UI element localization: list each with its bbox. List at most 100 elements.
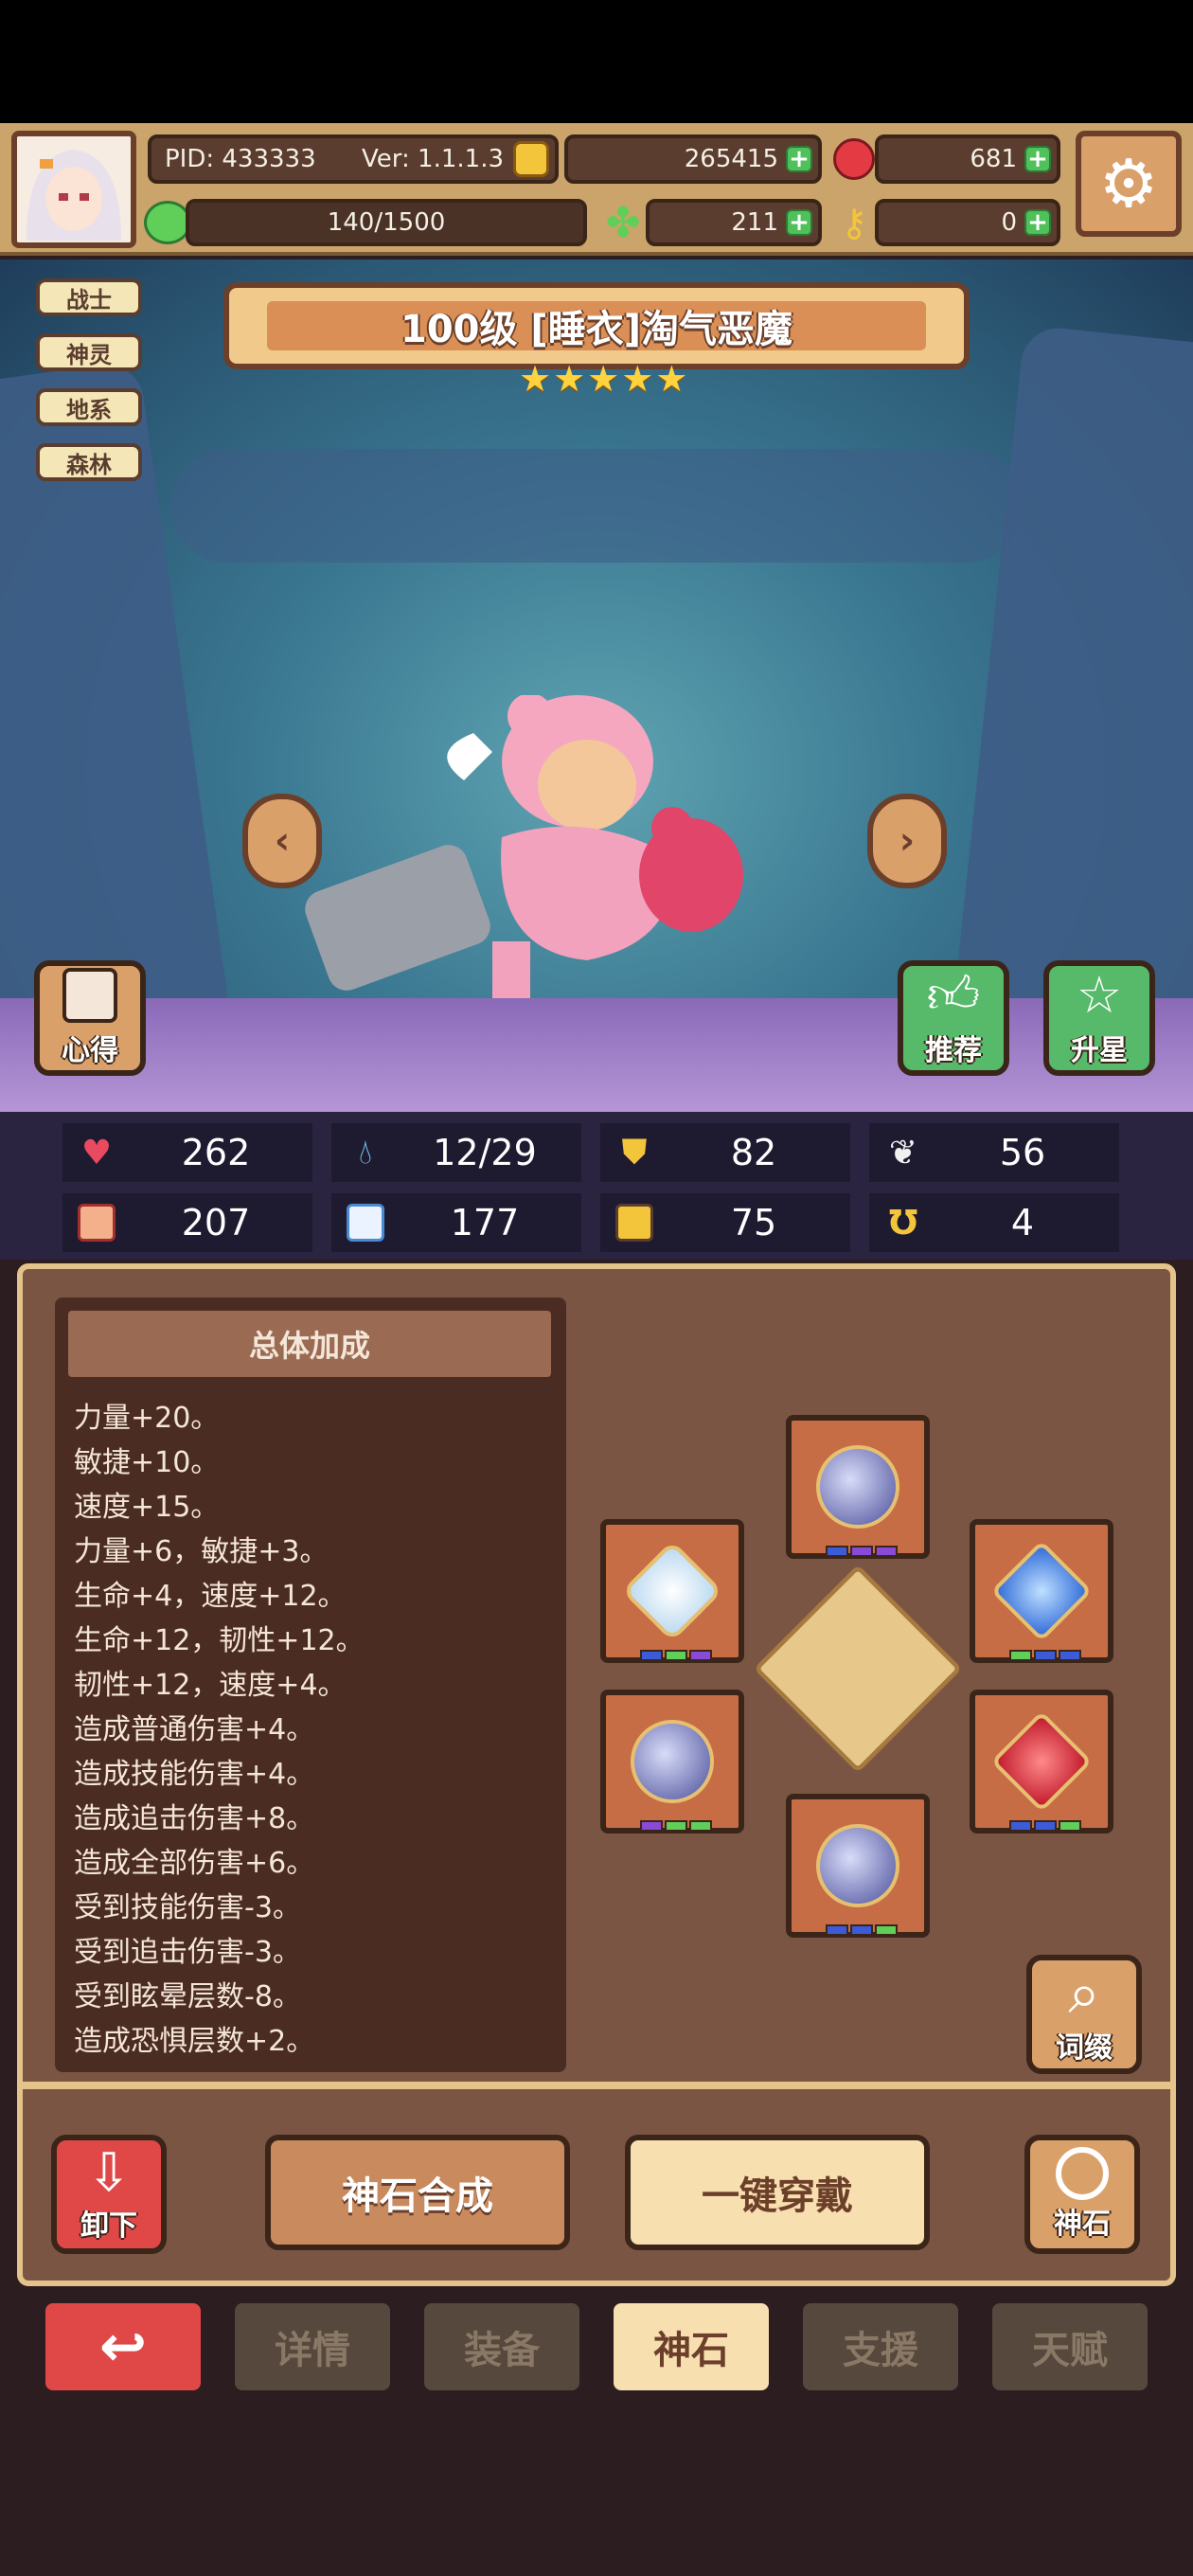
bonus-line: 造成全部伤害+6。 <box>74 1847 315 1880</box>
godstone-button[interactable]: 神石 <box>1024 2135 1140 2254</box>
godstone-slot-lower-right[interactable] <box>970 1690 1113 1834</box>
shield-icon: ⛊ <box>621 1133 648 1172</box>
tab-details[interactable]: 详情 <box>229 2298 396 2396</box>
flower-ground <box>0 998 1193 1112</box>
stat-luck: Ʊ 4 <box>869 1193 1119 1252</box>
bonus-line: 造成技能伤害+4。 <box>74 1758 315 1791</box>
add-gem-button[interactable]: + <box>1024 145 1051 173</box>
synthesize-button[interactable]: 神石合成 <box>265 2135 570 2250</box>
gem-value: 681 <box>970 145 1017 173</box>
gem-orb-icon <box>816 1824 899 1907</box>
horseshoe-icon: Ʊ <box>888 1203 918 1243</box>
gem-diamond-icon <box>621 1540 723 1642</box>
hero-star-rating: ★ ★ ★ ★ ★ <box>519 360 687 398</box>
tab-godstone[interactable]: 神石 <box>608 2298 775 2396</box>
stat-value: 262 <box>181 1132 251 1173</box>
hero-stats-panel: ♥ 262 💧︎ 12/29 ⛊ 82 ❦ 56 207 177 75 Ʊ 4 <box>0 1112 1193 1260</box>
equip-all-button[interactable]: 一键穿戴 <box>625 2135 930 2250</box>
hero-title: 100级 [睡衣]淘气恶魔 <box>401 308 792 351</box>
bonus-line: 造成恐惧层数+2。 <box>74 2025 315 2058</box>
stat-value: 177 <box>450 1202 520 1243</box>
recommend-button[interactable]: 👍︎ 推荐 <box>898 960 1009 1076</box>
stat-value: 207 <box>181 1202 251 1243</box>
gem-ruby-icon <box>990 1710 1093 1813</box>
key-value: 0 <box>1001 208 1017 237</box>
add-clover-button[interactable]: + <box>786 208 812 237</box>
gem-orb-icon <box>631 1720 714 1803</box>
stat-defense: ⛊ 82 <box>600 1123 850 1182</box>
settings-button[interactable]: ⚙ <box>1076 131 1182 237</box>
recommend-label: 推荐 <box>925 1034 982 1067</box>
bonus-line: 生命+12，韧性+12。 <box>74 1624 365 1657</box>
bonus-line: 受到技能伤害-3。 <box>74 1891 301 1924</box>
bonus-line: 韧性+12，速度+4。 <box>74 1669 347 1702</box>
player-avatar[interactable] <box>11 131 136 248</box>
next-hero-button[interactable]: › <box>867 794 947 888</box>
equip-all-label: 一键穿戴 <box>702 2174 853 2218</box>
energy-bar: 140/1500 <box>186 199 587 246</box>
hero-scene: 战士 神灵 地系 森林 100级 [睡衣]淘气恶魔 ★ ★ ★ ★ ★ ‹ › <box>0 259 1193 1112</box>
scroll-icon <box>62 968 117 1023</box>
slot-pips <box>1009 1650 1081 1661</box>
top-resource-bar: PID: 433333 Ver: 1.1.1.3 265415 + 681 + … <box>0 123 1193 256</box>
notes-label: 心得 <box>62 1034 118 1067</box>
add-gold-button[interactable]: + <box>786 145 812 173</box>
godstone-slot-upper-left[interactable] <box>600 1519 744 1663</box>
book-icon <box>343 1200 388 1245</box>
total-bonus-title: 总体加成 <box>68 1311 551 1377</box>
stat-agility: ❦ 56 <box>869 1123 1119 1182</box>
stat-mana: 💧︎ 12/29 <box>331 1123 581 1182</box>
gold-counter: 265415 + <box>564 134 822 184</box>
drop-icon: 💧︎ <box>358 1133 373 1172</box>
star-outline-icon: ☆ <box>1076 965 1123 1025</box>
clover-icon: ✤ <box>605 199 641 247</box>
stat-hp: ♥ 262 <box>62 1123 312 1182</box>
stat-value: 82 <box>730 1132 777 1173</box>
hero-sprite <box>447 695 743 998</box>
godstone-panel: 总体加成 力量+20。 敏捷+10。 速度+15。 力量+6，敏捷+3。 生命+… <box>17 1263 1176 2286</box>
gear-icon: ⚙ <box>1098 145 1159 223</box>
panel-divider <box>23 2082 1170 2089</box>
tag-race: 神灵 <box>36 333 142 371</box>
back-arrow-icon: ↩ <box>98 2314 148 2380</box>
slot-pips <box>826 1924 898 1936</box>
gold-value: 265415 <box>684 145 778 173</box>
bonus-line: 造成普通伤害+4。 <box>74 1713 315 1746</box>
stat-value: 56 <box>999 1132 1046 1173</box>
notes-button[interactable]: 心得 <box>34 960 146 1076</box>
magnifier-icon: ⌕ <box>1068 1960 1100 2027</box>
tab-equipment[interactable]: 装备 <box>418 2298 585 2396</box>
back-button[interactable]: ↩ <box>40 2298 206 2396</box>
affix-button[interactable]: ⌕ 词缀 <box>1026 1955 1142 2074</box>
stat-strength: 207 <box>62 1193 312 1252</box>
energy-value: 140/1500 <box>327 208 446 237</box>
ring-icon <box>1056 2147 1109 2200</box>
tag-terrain: 森林 <box>36 443 142 481</box>
clover-counter: 211 + <box>646 199 822 246</box>
chevron-right-icon: › <box>899 819 916 863</box>
gem-counter: 681 + <box>875 134 1060 184</box>
bonus-line: 力量+6，敏捷+3。 <box>74 1535 329 1568</box>
slot-pips <box>826 1546 898 1557</box>
tab-talent[interactable]: 天赋 <box>987 2298 1153 2396</box>
avatar-portrait <box>17 136 131 242</box>
godstone-slot-upper-right[interactable] <box>970 1519 1113 1663</box>
bonus-line: 受到眩晕层数-8。 <box>74 1980 301 2013</box>
add-key-button[interactable]: + <box>1024 208 1051 237</box>
unequip-label: 卸下 <box>80 2209 137 2243</box>
tree-branch <box>170 449 1023 563</box>
stat-speed: 75 <box>600 1193 850 1252</box>
godstone-slot-bottom[interactable] <box>786 1794 930 1938</box>
prev-hero-button[interactable]: ‹ <box>242 794 322 888</box>
slot-pips <box>640 1820 712 1832</box>
stat-value: 12/29 <box>433 1132 537 1173</box>
tab-support[interactable]: 支援 <box>797 2298 964 2396</box>
total-bonus-box: 总体加成 力量+20。 敏捷+10。 速度+15。 力量+6，敏捷+3。 生命+… <box>55 1297 566 2072</box>
star-up-button[interactable]: ☆ 升星 <box>1043 960 1155 1076</box>
affix-label: 词缀 <box>1056 2031 1113 2065</box>
godstone-slot-lower-left[interactable] <box>600 1690 744 1834</box>
unequip-button[interactable]: ⇩ 卸下 <box>51 2135 167 2254</box>
fist-icon <box>74 1200 119 1245</box>
status-bar-area <box>0 0 1193 123</box>
godstone-slot-top[interactable] <box>786 1415 930 1559</box>
